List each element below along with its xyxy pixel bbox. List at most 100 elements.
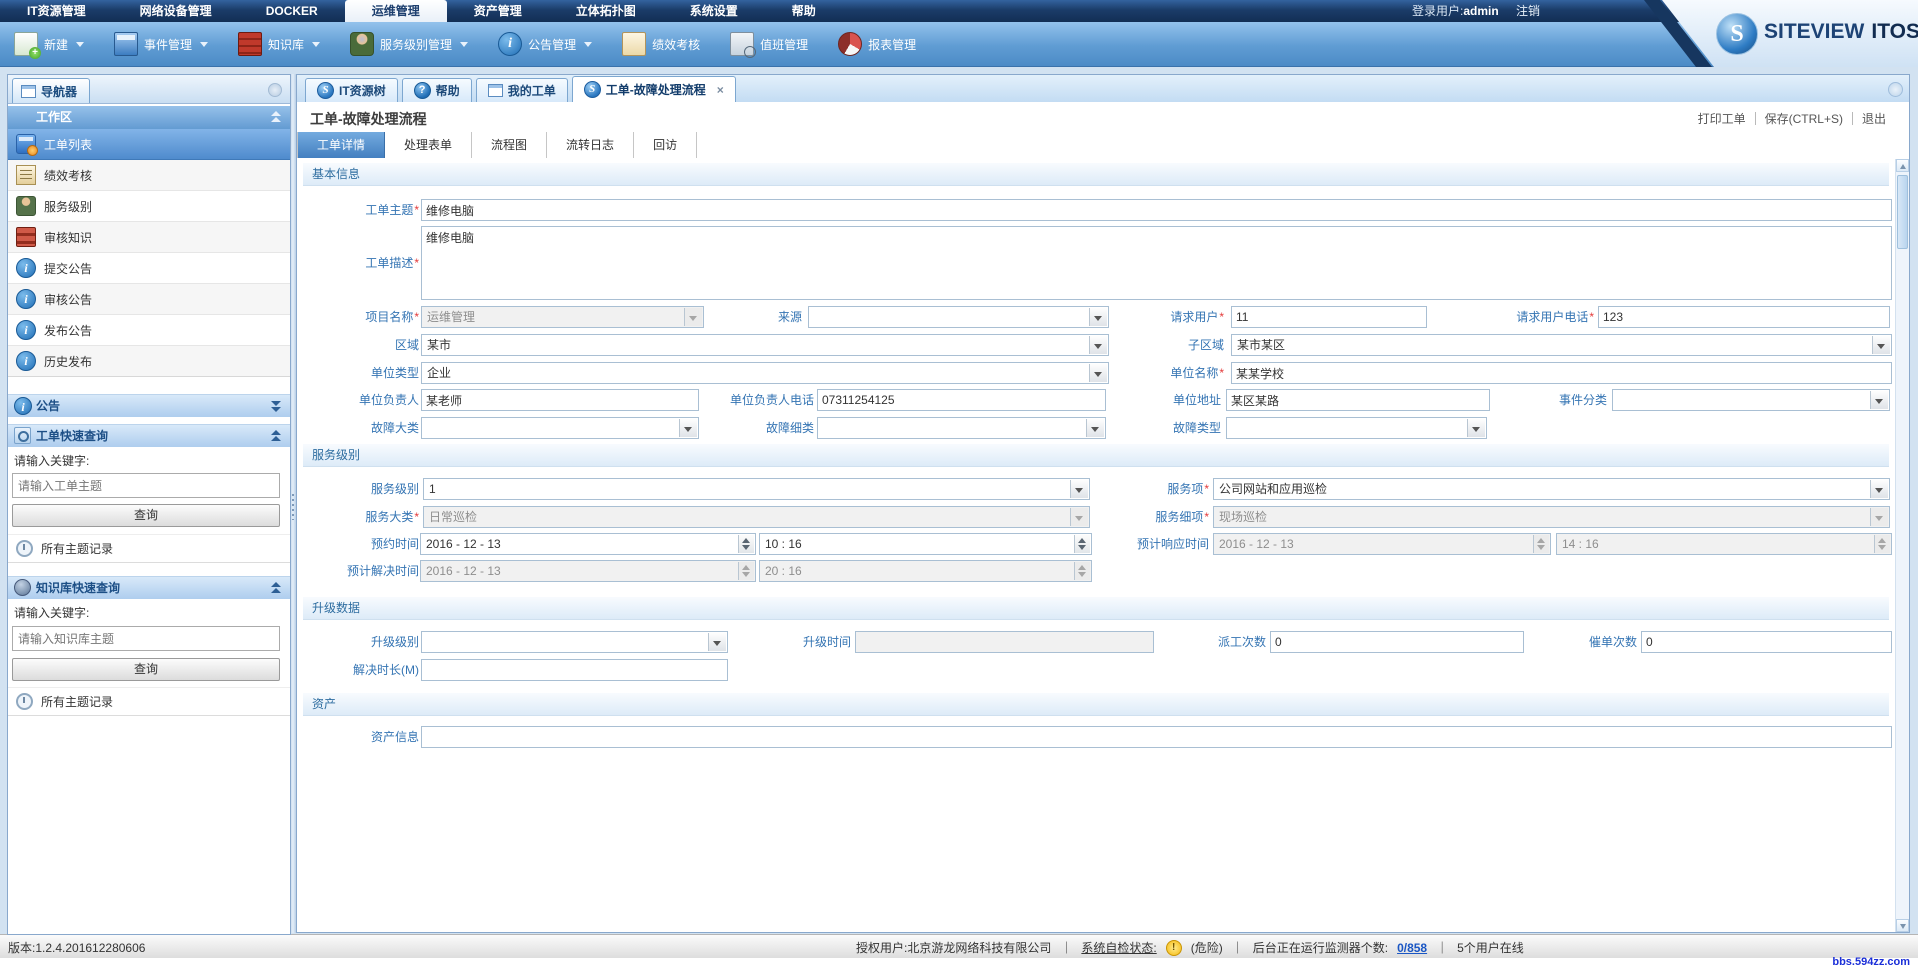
- fault-minor-select[interactable]: [817, 417, 1106, 439]
- dropdown-arrow-icon[interactable]: [1870, 508, 1888, 526]
- exit-button[interactable]: 退出: [1853, 110, 1895, 127]
- menu-system-settings[interactable]: 系统设置: [663, 0, 765, 22]
- org-contact-phone-input[interactable]: [817, 389, 1106, 411]
- sidebar-item-publish-notice[interactable]: 发布公告: [8, 315, 290, 346]
- dropdown-arrow-icon[interactable]: [1872, 336, 1890, 354]
- toolbar-knowledge-base[interactable]: 知识库: [238, 32, 321, 56]
- remind-count-input[interactable]: [1641, 631, 1892, 653]
- scrollbar-thumb[interactable]: [1897, 175, 1908, 249]
- chevron-down-icon[interactable]: [312, 41, 321, 47]
- dropdown-arrow-icon[interactable]: [1070, 508, 1088, 526]
- chevron-down-icon[interactable]: [200, 41, 209, 47]
- resp-time-spinner[interactable]: 14 : 16: [1556, 533, 1892, 555]
- solve-duration-input[interactable]: [421, 659, 728, 681]
- menu-ops-management[interactable]: 运维管理: [344, 0, 447, 22]
- chevron-down-icon[interactable]: [460, 41, 469, 47]
- scroll-down-icon[interactable]: [1896, 919, 1909, 932]
- menu-help[interactable]: 帮助: [765, 0, 843, 22]
- sidebar-item-worklist[interactable]: 工单列表: [8, 129, 290, 160]
- request-user-input[interactable]: [1231, 306, 1427, 328]
- tab-it-resource-tree[interactable]: S IT资源树: [305, 78, 398, 102]
- upgrade-level-select[interactable]: [421, 631, 728, 653]
- upgrade-time-input[interactable]: [855, 631, 1154, 653]
- toolbar-duty-management[interactable]: 值班管理: [730, 32, 808, 58]
- service-item-select[interactable]: 公司网站和应用巡检: [1213, 478, 1890, 500]
- toolbar-report-management[interactable]: 报表管理: [838, 32, 916, 56]
- dropdown-arrow-icon[interactable]: [1070, 480, 1088, 498]
- subtab-flow-log[interactable]: 流转日志: [547, 132, 635, 158]
- expand-icon[interactable]: [271, 400, 281, 412]
- asset-info-input[interactable]: [421, 726, 1892, 748]
- fault-type-select[interactable]: [1226, 417, 1487, 439]
- tab-help[interactable]: ? 帮助: [401, 78, 472, 102]
- menu-asset-management[interactable]: 资产管理: [447, 0, 549, 22]
- order-search-button[interactable]: 查询: [12, 504, 280, 527]
- order-all-records[interactable]: 所有主题记录: [8, 534, 290, 563]
- menu-network-device[interactable]: 网络设备管理: [113, 0, 239, 22]
- sidebar-item-service-level[interactable]: 服务级别: [8, 191, 290, 222]
- appt-time-spinner[interactable]: 10 : 16: [759, 533, 1092, 555]
- appt-date-spinner[interactable]: 2016 - 12 - 13: [420, 533, 756, 555]
- toolbar-service-level-management[interactable]: 服务级别管理: [350, 32, 469, 56]
- dropdown-arrow-icon[interactable]: [1870, 480, 1888, 498]
- chevron-down-icon[interactable]: [76, 41, 85, 47]
- subtab-revisit[interactable]: 回访: [634, 132, 698, 158]
- collapse-icon[interactable]: [271, 430, 281, 442]
- description-textarea[interactable]: 维修电脑: [421, 226, 1892, 300]
- service-major-select[interactable]: 日常巡检: [423, 506, 1090, 528]
- section-header-workspace[interactable]: 工作区: [8, 106, 290, 129]
- print-order-button[interactable]: 打印工单: [1689, 110, 1755, 127]
- org-addr-input[interactable]: [1226, 389, 1490, 411]
- save-button[interactable]: 保存(CTRL+S): [1756, 110, 1852, 127]
- kb-search-input[interactable]: [12, 626, 280, 651]
- subtab-order-details[interactable]: 工单详情: [297, 132, 386, 158]
- gear-icon[interactable]: [268, 83, 282, 97]
- selfcheck-link[interactable]: 系统自检状态:: [1081, 939, 1156, 956]
- scroll-up-icon[interactable]: [1896, 159, 1909, 172]
- project-select[interactable]: 运维管理: [421, 306, 704, 328]
- toolbar-notice-management[interactable]: 公告管理: [498, 32, 593, 56]
- fault-major-select[interactable]: [421, 417, 699, 439]
- menu-it-resource[interactable]: IT资源管理: [0, 0, 113, 22]
- tab-navigator[interactable]: 导航器: [12, 78, 91, 103]
- vertical-scrollbar[interactable]: [1895, 159, 1909, 932]
- order-search-input[interactable]: [12, 473, 280, 498]
- subject-input[interactable]: [421, 199, 1892, 221]
- kb-all-records[interactable]: 所有主题记录: [8, 687, 290, 716]
- close-icon[interactable]: ×: [717, 83, 724, 97]
- subtab-process-form[interactable]: 处理表单: [385, 132, 473, 158]
- tab-options-icon[interactable]: [1888, 82, 1903, 97]
- service-detail-select[interactable]: 现场巡检: [1213, 506, 1890, 528]
- kb-search-button[interactable]: 查询: [12, 658, 280, 681]
- tab-fault-process[interactable]: S 工单-故障处理流程 ×: [571, 76, 736, 102]
- subtab-flow-chart[interactable]: 流程图: [472, 132, 548, 158]
- sidebar-item-audit-notice[interactable]: 审核公告: [8, 284, 290, 315]
- sidebar-item-knowledge-audit[interactable]: 审核知识: [8, 222, 290, 253]
- toolbar-new[interactable]: 新建: [14, 32, 85, 59]
- toolbar-event-management[interactable]: 事件管理: [114, 32, 209, 56]
- dispatch-count-input[interactable]: [1270, 631, 1524, 653]
- org-type-select[interactable]: 企业: [421, 362, 1109, 384]
- menu-topology[interactable]: 立体拓扑图: [549, 0, 663, 22]
- menu-docker[interactable]: DOCKER: [239, 0, 345, 22]
- solve-time-spinner[interactable]: 20 : 16: [759, 560, 1092, 582]
- monitor-count-link[interactable]: 0/858: [1397, 941, 1427, 955]
- dropdown-arrow-icon[interactable]: [1467, 419, 1485, 437]
- logout-link[interactable]: 注销: [1516, 4, 1540, 18]
- spinner-arrows-icon[interactable]: [738, 535, 754, 553]
- event-class-select[interactable]: [1612, 389, 1890, 411]
- section-header-notice[interactable]: 公告: [8, 394, 290, 417]
- solve-date-spinner[interactable]: 2016 - 12 - 13: [420, 560, 756, 582]
- section-header-kb-search[interactable]: 知识库快速查询: [8, 576, 290, 599]
- sla-level-select[interactable]: 1: [423, 478, 1090, 500]
- subregion-select[interactable]: 某市某区: [1231, 334, 1892, 356]
- region-select[interactable]: 某市: [421, 334, 1109, 356]
- dropdown-arrow-icon[interactable]: [708, 633, 726, 651]
- tab-my-orders[interactable]: 我的工单: [475, 78, 568, 102]
- dropdown-arrow-icon[interactable]: [1870, 391, 1888, 409]
- resp-date-spinner[interactable]: 2016 - 12 - 13: [1213, 533, 1551, 555]
- org-contact-input[interactable]: [421, 389, 699, 411]
- collapse-icon[interactable]: [271, 111, 281, 123]
- sidebar-item-performance[interactable]: 绩效考核: [8, 160, 290, 191]
- chevron-down-icon[interactable]: [584, 41, 593, 47]
